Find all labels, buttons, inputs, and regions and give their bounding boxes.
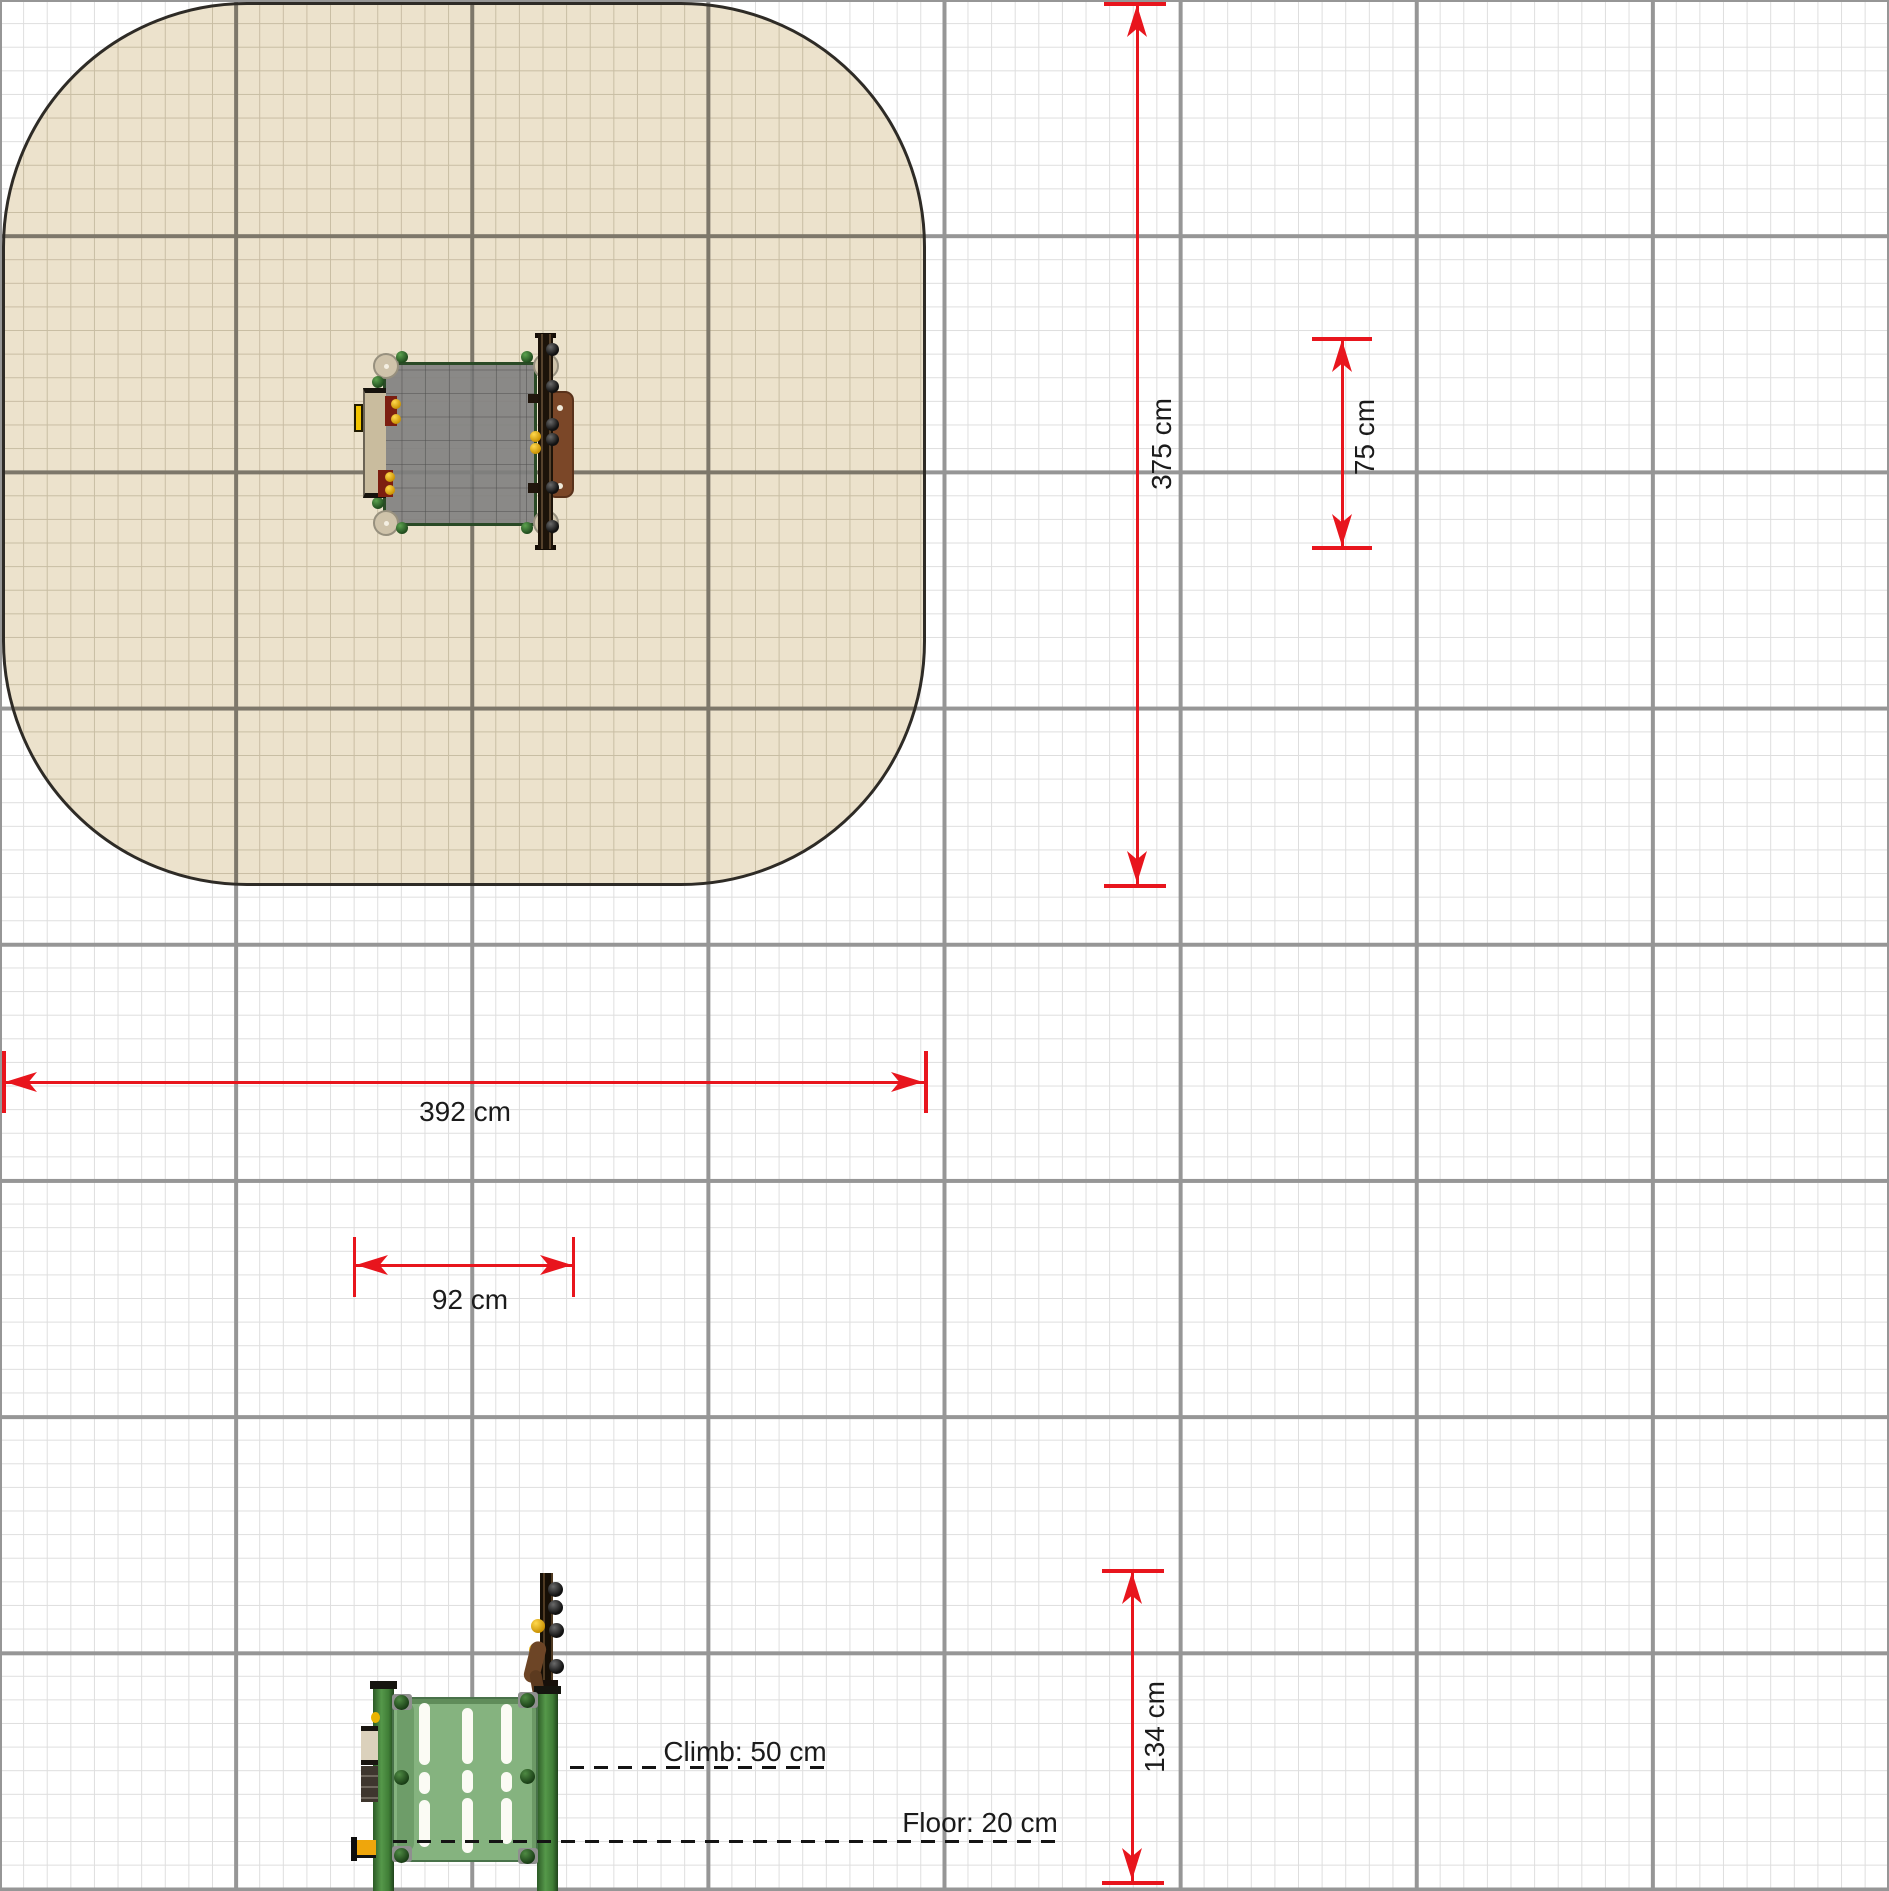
dimension-line: [1131, 1571, 1134, 1881]
technical-drawing-canvas: Climb: 50 cm Floor: 20 cm 375 cm 75 cm 3…: [0, 0, 1889, 1891]
dimension-equipment-height: 134 cm: [0, 0, 1889, 1891]
dimension-tick: [1102, 1569, 1164, 1573]
dimension-label: 134 cm: [1139, 1681, 1171, 1773]
dimension-tick: [1102, 1881, 1164, 1885]
